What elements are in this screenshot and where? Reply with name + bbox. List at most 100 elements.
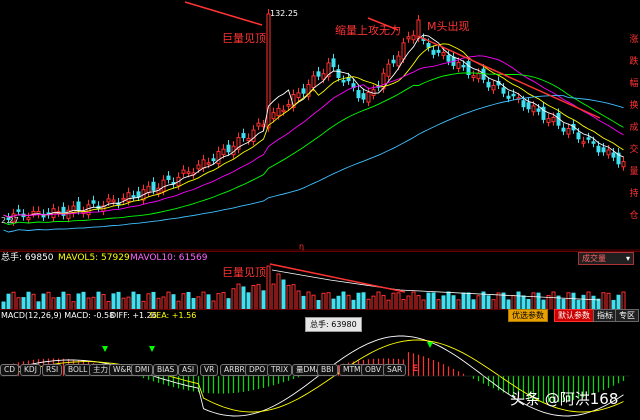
volume-bar: [171, 294, 176, 310]
volume-bar: [471, 299, 476, 310]
volume-bar: [351, 299, 356, 310]
volume-bar: [396, 292, 401, 310]
candle-body: [456, 61, 461, 69]
volume-bar: [56, 296, 61, 310]
peak-price-label: 132.25: [270, 9, 298, 18]
tab-cd[interactable]: CD: [0, 364, 20, 376]
volume-bar: [451, 295, 456, 310]
candle-body: [186, 171, 191, 174]
candle-body: [241, 133, 246, 139]
annotation-m-top: M头出现: [427, 20, 470, 33]
candle-body: [86, 204, 91, 216]
volume-bar: [286, 284, 291, 310]
buy-arrow-icon: [149, 346, 155, 352]
candle-body: [406, 36, 411, 40]
ma-line-10: [3, 43, 624, 218]
candle-body: [296, 92, 301, 99]
candle-body: [316, 71, 321, 77]
volume-bar: [41, 293, 46, 310]
candle-body: [576, 132, 581, 140]
volume-bar: [401, 298, 406, 310]
candle-body: [336, 69, 341, 78]
volume-bar: [131, 291, 136, 310]
volume-bar: [246, 292, 251, 310]
candle-body: [546, 118, 551, 123]
price-low-label: 2.27: [1, 216, 19, 225]
volume-bar: [136, 294, 141, 310]
candle-body: [206, 162, 211, 165]
tab-asi[interactable]: ASI: [178, 364, 199, 376]
volume-bar: [366, 298, 371, 310]
candle-body: [251, 129, 256, 142]
candle-body: [431, 49, 436, 55]
ma-line-30: [3, 72, 624, 225]
candle-body: [566, 127, 571, 135]
volume-bar: [406, 295, 411, 310]
side-label-8: 仓: [629, 211, 639, 221]
buy-arrow-icon: [102, 346, 108, 352]
tab-bias[interactable]: BIAS: [153, 364, 179, 376]
candle-body: [366, 91, 371, 103]
volume-bar: [431, 292, 436, 310]
volume-bar: [46, 291, 51, 310]
candle-body: [426, 42, 431, 48]
candle-body: [606, 149, 611, 156]
ma-line-5: [3, 34, 624, 218]
tab-sar[interactable]: SAR: [383, 364, 407, 376]
volume-bar: [336, 295, 341, 310]
volume-bar: [186, 291, 191, 310]
volume-bar: [591, 295, 596, 310]
candle-body: [276, 107, 281, 117]
tab-trix[interactable]: TRIX: [267, 364, 293, 376]
volume-bar: [156, 297, 161, 310]
volume-bar: [126, 296, 131, 310]
volume-bar: [216, 293, 221, 310]
volume-bar: [211, 300, 216, 310]
volume-bar: [76, 293, 81, 310]
volume-bar: [81, 291, 86, 310]
candle-body: [16, 209, 21, 212]
volume-bar: [311, 294, 316, 310]
volume-bar: [436, 299, 441, 310]
tab-bbi[interactable]: BBI: [317, 364, 338, 376]
candle-body: [396, 55, 401, 67]
volume-bar: [241, 286, 246, 310]
candle-body: [121, 197, 126, 201]
volume-bar: [476, 295, 481, 310]
volume-bar: [21, 297, 26, 310]
volume-bar: [86, 297, 91, 310]
tab-dpo[interactable]: DPO: [245, 364, 270, 376]
tab-vr[interactable]: VR: [200, 364, 219, 376]
volume-chart: [0, 263, 630, 310]
tab-obv[interactable]: OBV: [361, 364, 385, 376]
tab-dmi[interactable]: DMI: [131, 364, 154, 376]
volume-bar: [296, 290, 301, 310]
volume-bar: [531, 292, 536, 310]
volume-bar: [426, 292, 431, 310]
volume-bar: [386, 299, 391, 310]
volume-bar: [331, 298, 336, 310]
candle-body: [391, 59, 396, 64]
candle-body: [111, 199, 116, 203]
volume-bar: [446, 291, 451, 310]
volume-bar: [161, 296, 166, 310]
volume-bar: [301, 295, 306, 310]
tab-kdj[interactable]: KDJ: [20, 364, 41, 376]
tab-boll[interactable]: BOLL: [64, 364, 92, 376]
candle-body: [346, 77, 351, 82]
volume-bar: [236, 283, 241, 310]
candle-body: [221, 148, 226, 156]
candle-body: [126, 192, 131, 202]
candle-body: [356, 90, 361, 99]
buy-arrow-icon: [427, 342, 433, 348]
tab-rsi[interactable]: RSI: [42, 364, 63, 376]
candle-body: [596, 145, 601, 153]
candle-body: [526, 102, 531, 110]
price-chart: [0, 1, 640, 251]
candle-body: [136, 191, 141, 198]
volume-bar: [571, 292, 576, 310]
volume-bar: [581, 294, 586, 310]
volume-bar: [201, 291, 206, 310]
volume-bar: [361, 292, 366, 310]
volume-bar: [376, 291, 381, 310]
